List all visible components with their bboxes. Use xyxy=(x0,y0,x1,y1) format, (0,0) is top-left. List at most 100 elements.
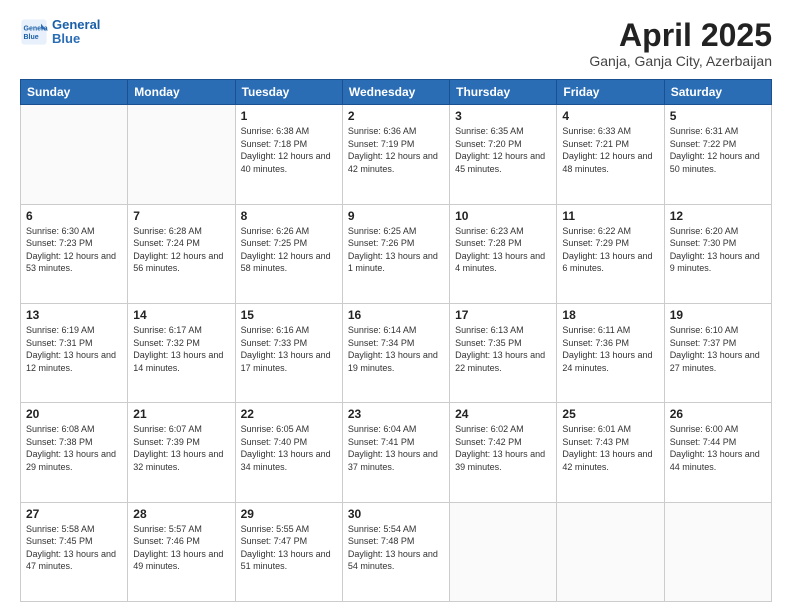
day-info: Sunrise: 6:38 AM Sunset: 7:18 PM Dayligh… xyxy=(241,125,337,175)
calendar-cell xyxy=(21,105,128,204)
day-number: 11 xyxy=(562,209,658,223)
logo-line1: General xyxy=(52,18,100,32)
day-info: Sunrise: 6:02 AM Sunset: 7:42 PM Dayligh… xyxy=(455,423,551,473)
day-number: 29 xyxy=(241,507,337,521)
day-info: Sunrise: 5:57 AM Sunset: 7:46 PM Dayligh… xyxy=(133,523,229,573)
day-info: Sunrise: 6:01 AM Sunset: 7:43 PM Dayligh… xyxy=(562,423,658,473)
day-info: Sunrise: 6:22 AM Sunset: 7:29 PM Dayligh… xyxy=(562,225,658,275)
calendar-cell xyxy=(664,502,771,601)
day-number: 1 xyxy=(241,109,337,123)
day-info: Sunrise: 6:23 AM Sunset: 7:28 PM Dayligh… xyxy=(455,225,551,275)
calendar-cell: 23 Sunrise: 6:04 AM Sunset: 7:41 PM Dayli… xyxy=(342,403,449,502)
weekday-header-monday: Monday xyxy=(128,80,235,105)
day-info: Sunrise: 6:28 AM Sunset: 7:24 PM Dayligh… xyxy=(133,225,229,275)
day-info: Sunrise: 5:55 AM Sunset: 7:47 PM Dayligh… xyxy=(241,523,337,573)
calendar-cell: 11 Sunrise: 6:22 AM Sunset: 7:29 PM Dayli… xyxy=(557,204,664,303)
calendar-cell xyxy=(450,502,557,601)
day-number: 26 xyxy=(670,407,766,421)
day-number: 2 xyxy=(348,109,444,123)
calendar-cell: 19 Sunrise: 6:10 AM Sunset: 7:37 PM Dayli… xyxy=(664,303,771,402)
day-number: 18 xyxy=(562,308,658,322)
calendar-cell: 16 Sunrise: 6:14 AM Sunset: 7:34 PM Dayli… xyxy=(342,303,449,402)
day-info: Sunrise: 5:54 AM Sunset: 7:48 PM Dayligh… xyxy=(348,523,444,573)
calendar-cell: 1 Sunrise: 6:38 AM Sunset: 7:18 PM Daylig… xyxy=(235,105,342,204)
calendar-cell: 20 Sunrise: 6:08 AM Sunset: 7:38 PM Dayli… xyxy=(21,403,128,502)
day-info: Sunrise: 6:31 AM Sunset: 7:22 PM Dayligh… xyxy=(670,125,766,175)
day-number: 19 xyxy=(670,308,766,322)
calendar-cell xyxy=(128,105,235,204)
calendar-cell: 6Sunrise: 6:30 AM Sunset: 7:23 PM Daylig… xyxy=(21,204,128,303)
calendar-cell: 30 Sunrise: 5:54 AM Sunset: 7:48 PM Dayli… xyxy=(342,502,449,601)
day-info: Sunrise: 6:07 AM Sunset: 7:39 PM Dayligh… xyxy=(133,423,229,473)
calendar-cell xyxy=(557,502,664,601)
day-number: 15 xyxy=(241,308,337,322)
day-number: 30 xyxy=(348,507,444,521)
calendar-cell: 4Sunrise: 6:33 AM Sunset: 7:21 PM Daylig… xyxy=(557,105,664,204)
calendar-cell: 17 Sunrise: 6:13 AM Sunset: 7:35 PM Dayli… xyxy=(450,303,557,402)
calendar-week-row: 1 Sunrise: 6:38 AM Sunset: 7:18 PM Daylig… xyxy=(21,105,772,204)
day-info: Sunrise: 6:08 AM Sunset: 7:38 PM Dayligh… xyxy=(26,423,122,473)
weekday-header-sunday: Sunday xyxy=(21,80,128,105)
day-number: 27 xyxy=(26,507,122,521)
weekday-header-friday: Friday xyxy=(557,80,664,105)
day-info: Sunrise: 6:26 AM Sunset: 7:25 PM Dayligh… xyxy=(241,225,337,275)
day-info: Sunrise: 6:20 AM Sunset: 7:30 PM Dayligh… xyxy=(670,225,766,275)
day-number: 17 xyxy=(455,308,551,322)
calendar-cell: 24 Sunrise: 6:02 AM Sunset: 7:42 PM Dayli… xyxy=(450,403,557,502)
day-info: Sunrise: 6:19 AM Sunset: 7:31 PM Dayligh… xyxy=(26,324,122,374)
day-number: 9 xyxy=(348,209,444,223)
calendar-cell: 14Sunrise: 6:17 AM Sunset: 7:32 PM Dayli… xyxy=(128,303,235,402)
day-number: 24 xyxy=(455,407,551,421)
weekday-header-tuesday: Tuesday xyxy=(235,80,342,105)
logo: General Blue General Blue xyxy=(20,18,100,47)
day-info: Sunrise: 6:10 AM Sunset: 7:37 PM Dayligh… xyxy=(670,324,766,374)
calendar-cell: 28Sunrise: 5:57 AM Sunset: 7:46 PM Dayli… xyxy=(128,502,235,601)
day-number: 7 xyxy=(133,209,229,223)
calendar-cell: 27 Sunrise: 5:58 AM Sunset: 7:45 PM Dayli… xyxy=(21,502,128,601)
calendar-cell: 9 Sunrise: 6:25 AM Sunset: 7:26 PM Daylig… xyxy=(342,204,449,303)
day-number: 5 xyxy=(670,109,766,123)
day-info: Sunrise: 5:58 AM Sunset: 7:45 PM Dayligh… xyxy=(26,523,122,573)
day-info: Sunrise: 6:04 AM Sunset: 7:41 PM Dayligh… xyxy=(348,423,444,473)
calendar-cell: 15 Sunrise: 6:16 AM Sunset: 7:33 PM Dayli… xyxy=(235,303,342,402)
title-area: April 2025 Ganja, Ganja City, Azerbaijan xyxy=(589,18,772,69)
logo-line2: Blue xyxy=(52,32,100,46)
day-number: 4 xyxy=(562,109,658,123)
calendar-week-row: 27 Sunrise: 5:58 AM Sunset: 7:45 PM Dayli… xyxy=(21,502,772,601)
day-number: 21 xyxy=(133,407,229,421)
weekday-header-saturday: Saturday xyxy=(664,80,771,105)
day-info: Sunrise: 6:25 AM Sunset: 7:26 PM Dayligh… xyxy=(348,225,444,275)
month-title: April 2025 xyxy=(589,18,772,53)
day-number: 12 xyxy=(670,209,766,223)
calendar-cell: 2 Sunrise: 6:36 AM Sunset: 7:19 PM Daylig… xyxy=(342,105,449,204)
calendar-cell: 3Sunrise: 6:35 AM Sunset: 7:20 PM Daylig… xyxy=(450,105,557,204)
calendar-cell: 21 Sunrise: 6:07 AM Sunset: 7:39 PM Dayli… xyxy=(128,403,235,502)
weekday-header-thursday: Thursday xyxy=(450,80,557,105)
calendar-week-row: 20 Sunrise: 6:08 AM Sunset: 7:38 PM Dayli… xyxy=(21,403,772,502)
day-info: Sunrise: 6:16 AM Sunset: 7:33 PM Dayligh… xyxy=(241,324,337,374)
calendar-cell: 8Sunrise: 6:26 AM Sunset: 7:25 PM Daylig… xyxy=(235,204,342,303)
day-number: 22 xyxy=(241,407,337,421)
calendar-cell: 25 Sunrise: 6:01 AM Sunset: 7:43 PM Dayli… xyxy=(557,403,664,502)
day-info: Sunrise: 6:36 AM Sunset: 7:19 PM Dayligh… xyxy=(348,125,444,175)
day-number: 13 xyxy=(26,308,122,322)
day-info: Sunrise: 6:14 AM Sunset: 7:34 PM Dayligh… xyxy=(348,324,444,374)
day-number: 10 xyxy=(455,209,551,223)
day-number: 25 xyxy=(562,407,658,421)
day-number: 23 xyxy=(348,407,444,421)
header: General Blue General Blue April 2025 Gan… xyxy=(20,18,772,69)
calendar-cell: 12 Sunrise: 6:20 AM Sunset: 7:30 PM Dayli… xyxy=(664,204,771,303)
day-number: 20 xyxy=(26,407,122,421)
weekday-header-wednesday: Wednesday xyxy=(342,80,449,105)
day-number: 16 xyxy=(348,308,444,322)
page: General Blue General Blue April 2025 Gan… xyxy=(0,0,792,612)
day-info: Sunrise: 6:17 AM Sunset: 7:32 PM Dayligh… xyxy=(133,324,229,374)
calendar-cell: 13 Sunrise: 6:19 AM Sunset: 7:31 PM Dayli… xyxy=(21,303,128,402)
day-info: Sunrise: 6:05 AM Sunset: 7:40 PM Dayligh… xyxy=(241,423,337,473)
day-info: Sunrise: 6:00 AM Sunset: 7:44 PM Dayligh… xyxy=(670,423,766,473)
calendar-cell: 5 Sunrise: 6:31 AM Sunset: 7:22 PM Daylig… xyxy=(664,105,771,204)
calendar-cell: 10 Sunrise: 6:23 AM Sunset: 7:28 PM Dayli… xyxy=(450,204,557,303)
day-info: Sunrise: 6:13 AM Sunset: 7:35 PM Dayligh… xyxy=(455,324,551,374)
day-number: 6 xyxy=(26,209,122,223)
calendar-week-row: 13 Sunrise: 6:19 AM Sunset: 7:31 PM Dayli… xyxy=(21,303,772,402)
